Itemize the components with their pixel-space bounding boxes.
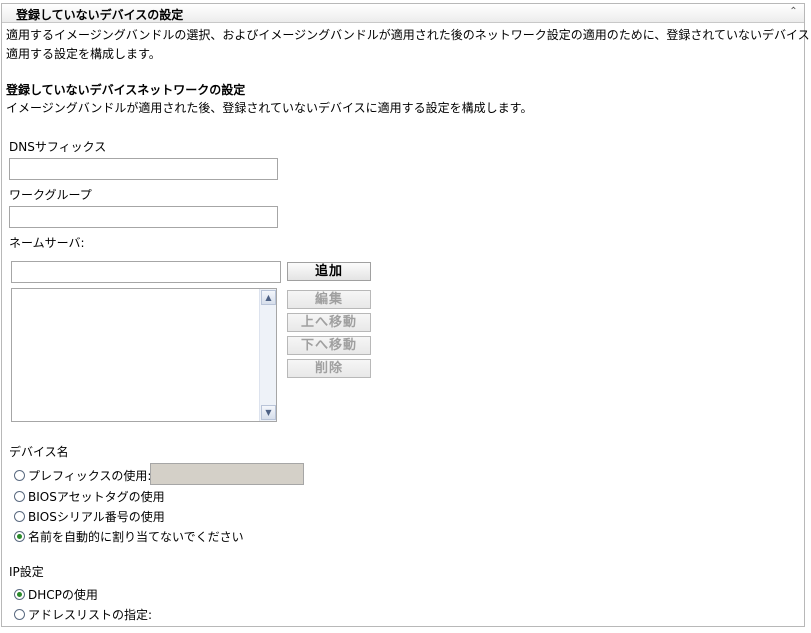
workgroup-label: ワークグループ: [9, 188, 92, 202]
address-list-radio[interactable]: [14, 608, 25, 620]
ip-option-address-list[interactable]: アドレスリストの指定:: [14, 606, 152, 622]
bios-serial-radio-label: BIOSシリアル番号の使用: [28, 509, 165, 524]
workgroup-input[interactable]: [9, 206, 278, 228]
no-auto-assign-radio-label: 名前を自動的に割り当てないでください: [28, 529, 244, 544]
dhcp-radio-label: DHCPの使用: [28, 587, 98, 602]
device-name-option-no-auto-assign[interactable]: 名前を自動的に割り当てないでください: [14, 528, 244, 544]
device-name-label: デバイス名: [9, 445, 69, 459]
dns-suffix-input[interactable]: [9, 158, 278, 180]
panel-description-line-2: 適用する設定を構成します。: [6, 47, 161, 61]
add-button[interactable]: 追加: [287, 262, 371, 281]
no-auto-assign-radio[interactable]: [14, 530, 25, 542]
scroll-down-arrow-icon[interactable]: ▼: [261, 405, 276, 420]
bios-asset-tag-radio-label: BIOSアセットタグの使用: [28, 489, 165, 504]
ip-settings-label: IP設定: [9, 565, 44, 579]
panel-header: 登録していないデバイスの設定 ⌃︎: [2, 4, 804, 23]
scroll-up-arrow-icon[interactable]: ▲: [261, 290, 276, 305]
ip-option-dhcp[interactable]: DHCPの使用: [14, 586, 98, 602]
name-server-list-scrollbar[interactable]: ▲ ▼: [259, 289, 276, 421]
move-down-button[interactable]: 下へ移動: [287, 336, 371, 355]
delete-button[interactable]: 削除: [287, 359, 371, 378]
device-name-option-prefix[interactable]: プレフィックスの使用:: [14, 467, 151, 483]
name-server-label: ネームサーバ:: [9, 236, 85, 250]
prefix-radio[interactable]: [14, 469, 25, 481]
address-list-radio-label: アドレスリストの指定:: [28, 607, 153, 622]
network-settings-heading: 登録していないデバイスネットワークの設定: [6, 83, 246, 97]
device-name-option-bios-asset-tag[interactable]: BIOSアセットタグの使用: [14, 488, 165, 504]
name-server-list[interactable]: ▲ ▼: [11, 288, 277, 422]
double-chevron-up-icon[interactable]: ⌃︎: [787, 6, 800, 19]
bios-asset-tag-radio[interactable]: [14, 490, 25, 502]
prefix-radio-label: プレフィックスの使用:: [28, 468, 152, 483]
device-name-option-bios-serial[interactable]: BIOSシリアル番号の使用: [14, 508, 165, 524]
prefix-input[interactable]: [150, 463, 304, 485]
bios-serial-radio[interactable]: [14, 510, 25, 522]
panel-title: 登録していないデバイスの設定: [16, 8, 184, 22]
dns-suffix-label: DNSサフィックス: [9, 140, 107, 154]
edit-button[interactable]: 編集: [287, 290, 371, 309]
network-settings-description: イメージングバンドルが適用された後、登録されていないデバイスに適用する設定を構成…: [6, 101, 533, 115]
move-up-button[interactable]: 上へ移動: [287, 313, 371, 332]
dhcp-radio[interactable]: [14, 588, 25, 600]
name-server-input[interactable]: [11, 261, 281, 283]
panel-description-line-1: 適用するイメージングバンドルの選択、およびイメージングバンドルが適用された後のネ…: [6, 28, 811, 42]
